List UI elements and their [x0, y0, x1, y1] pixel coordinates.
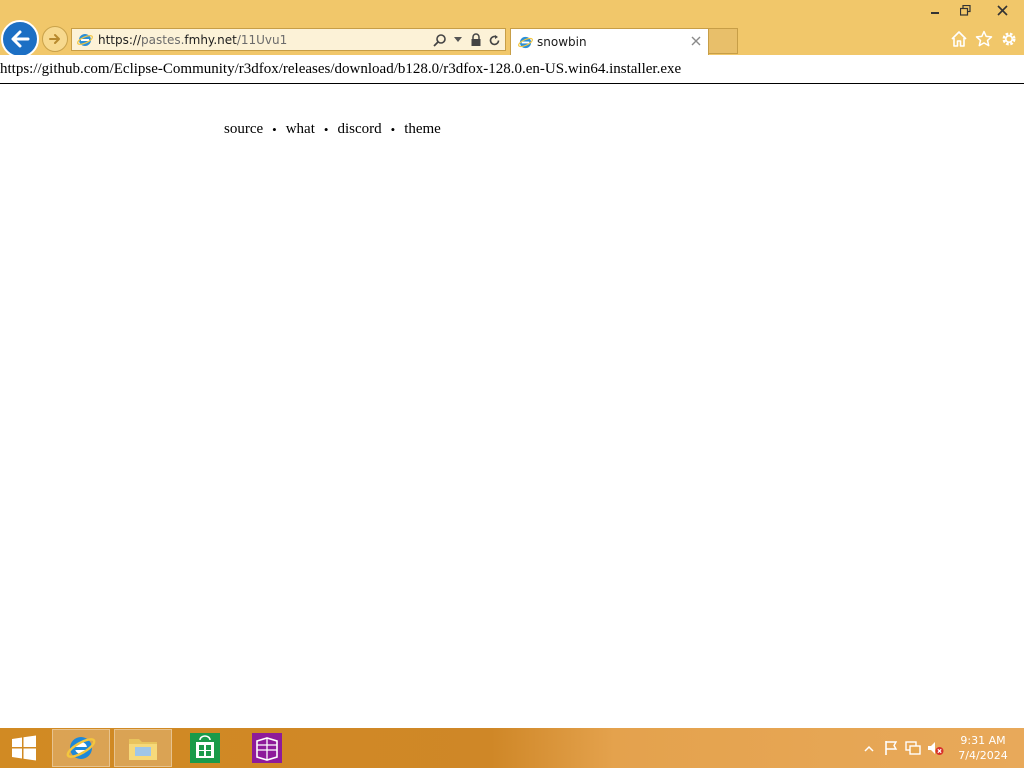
nav-link-discord[interactable]: discord [337, 121, 381, 138]
volume-muted-icon[interactable] [924, 738, 946, 758]
url-prefix: https:// [98, 32, 142, 47]
url-subdomain: pastes. [141, 32, 185, 47]
taskbar-internet-explorer[interactable] [52, 729, 110, 767]
taskbar-clock[interactable]: 9:31 AM 7/4/2024 [950, 733, 1016, 763]
clock-time: 9:31 AM [960, 734, 1006, 747]
back-button[interactable] [1, 20, 39, 58]
nav-link-what[interactable]: what [286, 121, 315, 138]
internet-explorer-icon [66, 737, 96, 759]
dropdown-chevron-icon[interactable] [451, 32, 465, 48]
forward-arrow-icon [49, 34, 60, 44]
back-arrow-icon [11, 30, 30, 48]
close-window-icon[interactable] [980, 0, 1024, 20]
gear-icon[interactable] [999, 29, 1018, 48]
tab-title: snowbin [537, 35, 587, 49]
windows-logo-icon [12, 735, 36, 761]
star-icon[interactable] [974, 29, 993, 48]
url-path: /11Uvu1 [236, 32, 288, 47]
nav-separator: • [323, 121, 329, 137]
network-icon[interactable] [902, 738, 924, 758]
page-content: https://github.com/Eclipse-Community/r3d… [0, 55, 1024, 728]
address-bar[interactable]: https://pastes.fmhy.net/11Uvu1 [71, 28, 506, 51]
folder-icon [129, 739, 157, 760]
nav-link-source[interactable]: source [224, 121, 263, 138]
show-desktop-button[interactable] [1016, 728, 1024, 768]
url-host: fmhy.net [184, 32, 237, 47]
search-icon[interactable] [433, 32, 447, 48]
start-button[interactable] [0, 728, 48, 768]
onenote-icon [252, 733, 282, 763]
taskbar-windows-store[interactable] [176, 729, 234, 767]
store-icon [190, 733, 220, 763]
system-tray: 9:31 AM 7/4/2024 [858, 728, 1024, 768]
action-center-flag-icon[interactable] [880, 738, 902, 758]
browser-titlebar: https://pastes.fmhy.net/11Uvu1 snowbin [0, 0, 1024, 58]
nav-separator: • [390, 121, 396, 137]
home-icon[interactable] [949, 29, 968, 48]
taskbar: 9:31 AM 7/4/2024 [0, 728, 1024, 768]
tab-snowbin[interactable]: snowbin [510, 28, 709, 55]
restore-icon[interactable] [950, 0, 980, 20]
ie-favicon-icon [517, 34, 533, 50]
show-hidden-icons-chevron-icon[interactable] [858, 738, 880, 758]
nav-separator: • [272, 121, 277, 137]
forward-button[interactable] [42, 26, 68, 52]
clock-date: 7/4/2024 [958, 749, 1008, 762]
ie-favicon-icon [76, 31, 94, 49]
download-url-text[interactable]: https://github.com/Eclipse-Community/r3d… [0, 60, 1024, 84]
page-nav: source • what • discord • theme [224, 121, 441, 138]
close-tab-icon[interactable] [688, 33, 704, 49]
taskbar-onenote-app[interactable] [238, 729, 296, 767]
minimize-icon[interactable] [920, 0, 950, 20]
taskbar-file-explorer[interactable] [114, 729, 172, 767]
address-url-text[interactable]: https://pastes.fmhy.net/11Uvu1 [98, 33, 287, 47]
new-tab-button[interactable] [709, 28, 738, 54]
refresh-icon[interactable] [487, 32, 501, 48]
lock-icon[interactable] [469, 32, 483, 48]
nav-link-theme[interactable]: theme [404, 121, 441, 138]
